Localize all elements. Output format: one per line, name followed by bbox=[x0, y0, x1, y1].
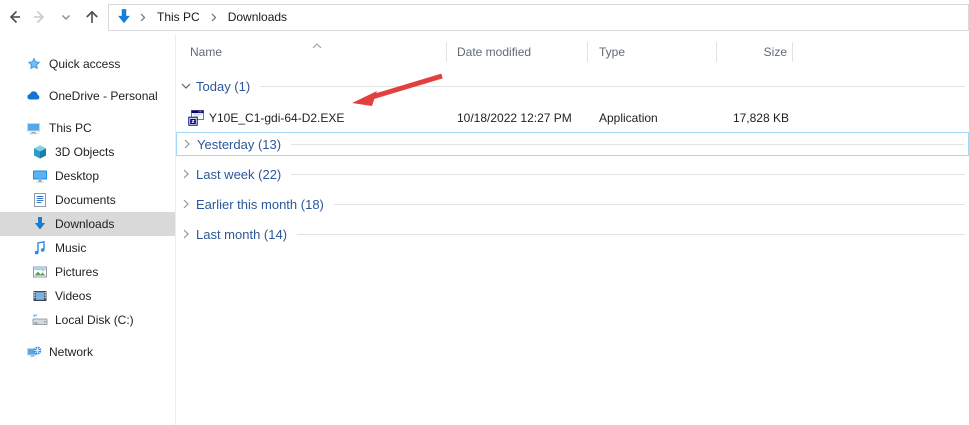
music-note-icon bbox=[32, 240, 48, 256]
document-icon bbox=[32, 192, 48, 208]
desktop-icon bbox=[32, 168, 48, 184]
breadcrumb-this-pc[interactable]: This PC bbox=[151, 7, 206, 27]
chevron-collapsed-icon[interactable] bbox=[176, 229, 196, 239]
svg-text:z: z bbox=[191, 119, 194, 125]
window-content: Quick access OneDrive - Personal This PC… bbox=[0, 34, 969, 425]
sidebar-item-network[interactable]: Network bbox=[0, 340, 175, 364]
address-bar[interactable]: This PC Downloads bbox=[108, 4, 969, 31]
navigation-pane: Quick access OneDrive - Personal This PC… bbox=[0, 34, 176, 425]
chevron-collapsed-icon[interactable] bbox=[177, 139, 197, 149]
recent-locations-button[interactable] bbox=[54, 5, 78, 29]
cube-icon bbox=[32, 144, 48, 160]
file-name: Y10E_C1-gdi-64-D2.EXE bbox=[209, 111, 344, 125]
network-icon bbox=[26, 344, 42, 360]
chevron-collapsed-icon[interactable] bbox=[176, 199, 196, 209]
back-button[interactable] bbox=[2, 5, 26, 29]
sidebar-item-label: 3D Objects bbox=[55, 145, 114, 159]
column-header-size[interactable]: Size bbox=[717, 37, 793, 67]
sidebar-item-label: OneDrive - Personal bbox=[49, 89, 158, 103]
sidebar-item-3d-objects[interactable]: 3D Objects bbox=[0, 140, 175, 164]
cloud-icon bbox=[26, 88, 42, 104]
chevron-down-icon bbox=[61, 13, 71, 21]
computer-icon bbox=[26, 120, 42, 136]
file-rows: Today (1) z Y10E_C1-gdi-64-D2.EXE 10/18/… bbox=[176, 67, 969, 246]
forward-icon bbox=[31, 8, 49, 26]
file-size: 17,828 KB bbox=[717, 104, 793, 132]
sidebar-item-label: Music bbox=[55, 241, 86, 255]
picture-icon bbox=[32, 264, 48, 280]
sidebar-item-label: Local Disk (C:) bbox=[55, 313, 134, 327]
group-label: Last month (14) bbox=[196, 227, 287, 242]
file-list-pane: Name Date modified Type Size bbox=[176, 34, 969, 425]
sidebar-item-desktop[interactable]: Desktop bbox=[0, 164, 175, 188]
chevron-expanded-icon[interactable] bbox=[176, 83, 196, 90]
group-rule bbox=[334, 204, 965, 205]
sidebar-item-music[interactable]: Music bbox=[0, 236, 175, 260]
sidebar-item-videos[interactable]: Videos bbox=[0, 284, 175, 308]
group-rule bbox=[291, 144, 964, 145]
sidebar-item-label: Videos bbox=[55, 289, 91, 303]
breadcrumb-downloads[interactable]: Downloads bbox=[222, 7, 293, 27]
sidebar-item-quick-access[interactable]: Quick access bbox=[0, 52, 175, 76]
chevron-collapsed-icon[interactable] bbox=[176, 169, 196, 179]
file-date-modified: 10/18/2022 12:27 PM bbox=[447, 111, 588, 125]
sidebar-item-local-disk-c[interactable]: Local Disk (C:) bbox=[0, 308, 175, 332]
sidebar-item-label: Quick access bbox=[49, 57, 120, 71]
up-button[interactable] bbox=[80, 5, 104, 29]
column-header-type[interactable]: Type bbox=[588, 37, 717, 67]
column-header-name[interactable]: Name bbox=[176, 37, 447, 67]
group-header-yesterday[interactable]: Yesterday (13) bbox=[176, 132, 969, 156]
column-header-date-modified[interactable]: Date modified bbox=[447, 37, 588, 67]
downloads-folder-icon bbox=[115, 8, 133, 26]
arrow-up-icon bbox=[83, 8, 101, 26]
column-headers: Name Date modified Type Size bbox=[176, 37, 969, 67]
disk-drive-icon bbox=[32, 312, 48, 328]
group-label: Earlier this month (18) bbox=[196, 197, 324, 212]
group-header-last-week[interactable]: Last week (22) bbox=[176, 162, 969, 186]
sidebar-item-documents[interactable]: Documents bbox=[0, 188, 175, 212]
file-type: Application bbox=[588, 111, 717, 125]
group-header-last-month[interactable]: Last month (14) bbox=[176, 222, 969, 246]
group-rule bbox=[297, 234, 965, 235]
sidebar-item-onedrive[interactable]: OneDrive - Personal bbox=[0, 84, 175, 108]
file-row[interactable]: z Y10E_C1-gdi-64-D2.EXE 10/18/2022 12:27… bbox=[176, 104, 969, 132]
group-label: Today (1) bbox=[196, 79, 250, 94]
group-label: Yesterday (13) bbox=[197, 137, 281, 152]
toolbar: This PC Downloads bbox=[0, 0, 969, 34]
star-icon bbox=[26, 56, 42, 72]
group-header-today[interactable]: Today (1) bbox=[176, 74, 969, 98]
sidebar-item-downloads[interactable]: Downloads bbox=[0, 212, 175, 236]
column-header-blank bbox=[793, 37, 969, 67]
group-header-earlier-this-month[interactable]: Earlier this month (18) bbox=[176, 192, 969, 216]
sidebar-item-label: This PC bbox=[49, 121, 92, 135]
sidebar-item-this-pc[interactable]: This PC bbox=[0, 116, 175, 140]
application-exe-icon: z bbox=[188, 110, 204, 126]
sidebar-item-label: Network bbox=[49, 345, 93, 359]
group-label: Last week (22) bbox=[196, 167, 281, 182]
sidebar-item-label: Downloads bbox=[55, 217, 114, 231]
sidebar-item-label: Pictures bbox=[55, 265, 98, 279]
group-rule bbox=[260, 86, 965, 87]
sort-ascending-icon bbox=[312, 38, 322, 52]
sidebar-item-pictures[interactable]: Pictures bbox=[0, 260, 175, 284]
group-rule bbox=[291, 174, 965, 175]
back-icon bbox=[5, 8, 23, 26]
breadcrumb-chevron-icon bbox=[211, 13, 217, 22]
download-icon bbox=[32, 216, 48, 232]
breadcrumb-chevron-icon bbox=[140, 13, 146, 22]
video-icon bbox=[32, 288, 48, 304]
forward-button[interactable] bbox=[28, 5, 52, 29]
nav-buttons bbox=[0, 5, 108, 29]
sidebar-item-label: Documents bbox=[55, 193, 116, 207]
sidebar-item-label: Desktop bbox=[55, 169, 99, 183]
